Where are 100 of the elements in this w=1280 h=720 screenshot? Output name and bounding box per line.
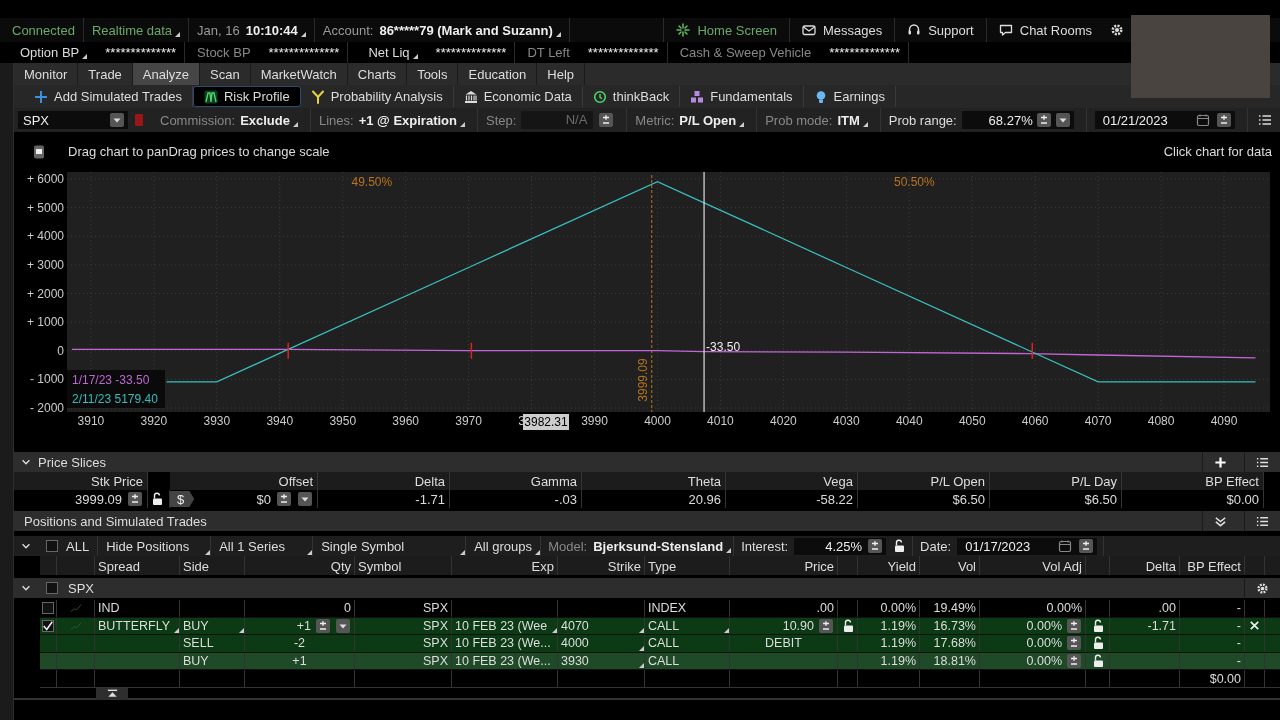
column-header[interactable]: Price <box>730 556 838 575</box>
tool-tab[interactable]: Fundamentals <box>680 86 804 107</box>
spinner-button[interactable] <box>1066 653 1082 668</box>
calendar-icon[interactable] <box>1195 113 1210 127</box>
clock-icon <box>592 89 607 104</box>
spinner-button[interactable] <box>1035 113 1052 127</box>
lock-icon[interactable] <box>892 539 907 553</box>
checkbox[interactable] <box>42 619 54 632</box>
column-header[interactable]: Qty <box>245 556 355 575</box>
spinner-button[interactable] <box>1078 539 1095 553</box>
spinner-button[interactable] <box>127 492 143 506</box>
plus-icon <box>34 89 48 104</box>
double-chevron-icon <box>1214 514 1227 528</box>
table-cell: SPX <box>355 635 452 652</box>
collapse-button[interactable] <box>96 688 128 700</box>
column-header[interactable]: Stk Price <box>14 472 148 490</box>
column-header[interactable]: Yield <box>858 556 920 575</box>
commission-value[interactable]: Exclude <box>240 112 298 128</box>
balance-label: Cash & Sweep Vehicle <box>679 45 813 60</box>
dropdown-button[interactable] <box>1054 113 1071 127</box>
column-header[interactable]: Exp <box>452 556 558 575</box>
chart-hint: Click chart for data <box>1163 144 1272 159</box>
data-feed-status[interactable]: Realtime data <box>91 22 181 38</box>
checkbox[interactable] <box>42 602 54 615</box>
balance-label[interactable]: Option BP <box>20 45 88 60</box>
price-label: 3999.09 <box>635 358 650 402</box>
column-header[interactable]: Spread <box>95 556 180 575</box>
column-header[interactable]: Type <box>645 556 730 575</box>
spinner-button[interactable] <box>1215 113 1232 127</box>
calendar-icon[interactable] <box>1058 539 1073 553</box>
column-header[interactable]: Vol <box>920 556 980 575</box>
symbol-field[interactable]: SPX <box>18 111 128 129</box>
table-cell: INDEX <box>645 600 730 617</box>
tool-tab[interactable]: Probability Analysis <box>300 86 454 107</box>
tool-tab[interactable]: Risk Profile <box>192 86 301 107</box>
interest-field[interactable]: 4.25% <box>794 537 887 555</box>
spinner-button[interactable] <box>315 618 331 633</box>
spinner-button[interactable] <box>276 492 292 506</box>
series-readout: 2/11/23 5179.40 <box>72 392 158 406</box>
tool-tab[interactable]: thinkBack <box>582 86 681 107</box>
table-cell: 0.00% <box>1026 653 1062 668</box>
close-icon[interactable] <box>1248 619 1261 633</box>
table-row[interactable]: IND 0 SPX INDEX .00 0.00% 19.49% 0.00% .00 - <box>40 600 1280 618</box>
tool-tab[interactable]: Add Simulated Trades <box>24 86 193 107</box>
time-text[interactable]: 10:10:44 <box>245 22 306 38</box>
column-header[interactable]: BP Effect <box>1180 556 1245 575</box>
column-header[interactable]: Delta <box>1110 556 1180 575</box>
column-header[interactable]: BP Effect <box>1122 472 1264 490</box>
dropdown-button[interactable] <box>297 492 313 506</box>
table-cell: -1.71 <box>318 490 450 508</box>
axis-readout: 3982.31 <box>523 414 569 430</box>
dropdown-button[interactable] <box>335 618 351 633</box>
chart-icon <box>203 89 218 104</box>
balance-label[interactable]: Net Liq <box>368 45 418 60</box>
column-header[interactable]: Vol Adj <box>980 556 1086 575</box>
spinner-button[interactable] <box>1066 618 1082 633</box>
menu-icon[interactable] <box>1258 113 1272 127</box>
tool-tab[interactable]: Earnings <box>803 86 896 107</box>
spinner-button[interactable] <box>1066 636 1082 651</box>
column-header[interactable]: Side <box>180 556 245 575</box>
spinner-button[interactable] <box>598 113 615 127</box>
column-header[interactable]: P/L Open <box>858 472 990 490</box>
column-header[interactable]: Gamma <box>450 472 582 490</box>
spinner-button[interactable] <box>818 618 834 633</box>
table-cell: +1 <box>296 618 311 633</box>
tool-tab[interactable]: Economic Data <box>453 86 583 107</box>
balance-value: ************** <box>829 45 900 60</box>
column-header[interactable]: Strike <box>558 556 645 575</box>
column-header[interactable]: Vega <box>726 472 858 490</box>
metric-value[interactable]: P/L Open <box>679 112 745 128</box>
lines-value[interactable]: +1 @ Expiration <box>358 112 465 128</box>
model-value[interactable]: Bjerksund-Stensland <box>593 538 732 554</box>
table-cell: -.03 <box>450 490 582 508</box>
table-cell: +1 <box>245 652 355 669</box>
column-header[interactable]: Theta <box>582 472 726 490</box>
column-header[interactable]: Delta <box>318 472 450 490</box>
account-name[interactable]: 86*****79 (Mark and Suzann) <box>379 22 561 38</box>
prob-mode-value[interactable]: ITM <box>837 112 868 128</box>
date-field[interactable]: 01/17/2023 <box>957 537 1098 555</box>
blocks-icon <box>690 89 705 104</box>
control-label: Prob mode: <box>765 112 833 128</box>
table-row[interactable]: SELL -2 SPX 10 FEB 23 (We... 4000 CALL DEBIT 1.19% 17.68% 0.00% - <box>40 635 1280 653</box>
checkbox[interactable] <box>46 540 58 552</box>
dropdown-button[interactable] <box>109 113 125 127</box>
spinner-button[interactable] <box>867 539 884 553</box>
fork-icon <box>310 89 325 104</box>
table-cell: 1.19% <box>858 617 920 634</box>
column-header[interactable]: Offset <box>170 472 318 490</box>
date-field[interactable]: 01/21/2023 <box>1094 111 1235 129</box>
column-header[interactable]: Symbol <box>355 556 452 575</box>
currency-button[interactable]: $ <box>170 491 195 507</box>
column-header[interactable]: P/L Day <box>990 472 1122 490</box>
axis-tick-label: 3990 <box>581 414 608 428</box>
settings-icon[interactable] <box>1110 23 1124 37</box>
checkbox[interactable] <box>46 582 58 594</box>
prob-range-field[interactable]: 68.27% <box>961 111 1074 129</box>
axis-tick-label: 4010 <box>707 414 734 428</box>
menu-tab[interactable]: Analyze <box>132 63 201 85</box>
table-cell: BUTTERFLY <box>95 617 180 634</box>
table-cell: IND <box>95 600 180 617</box>
